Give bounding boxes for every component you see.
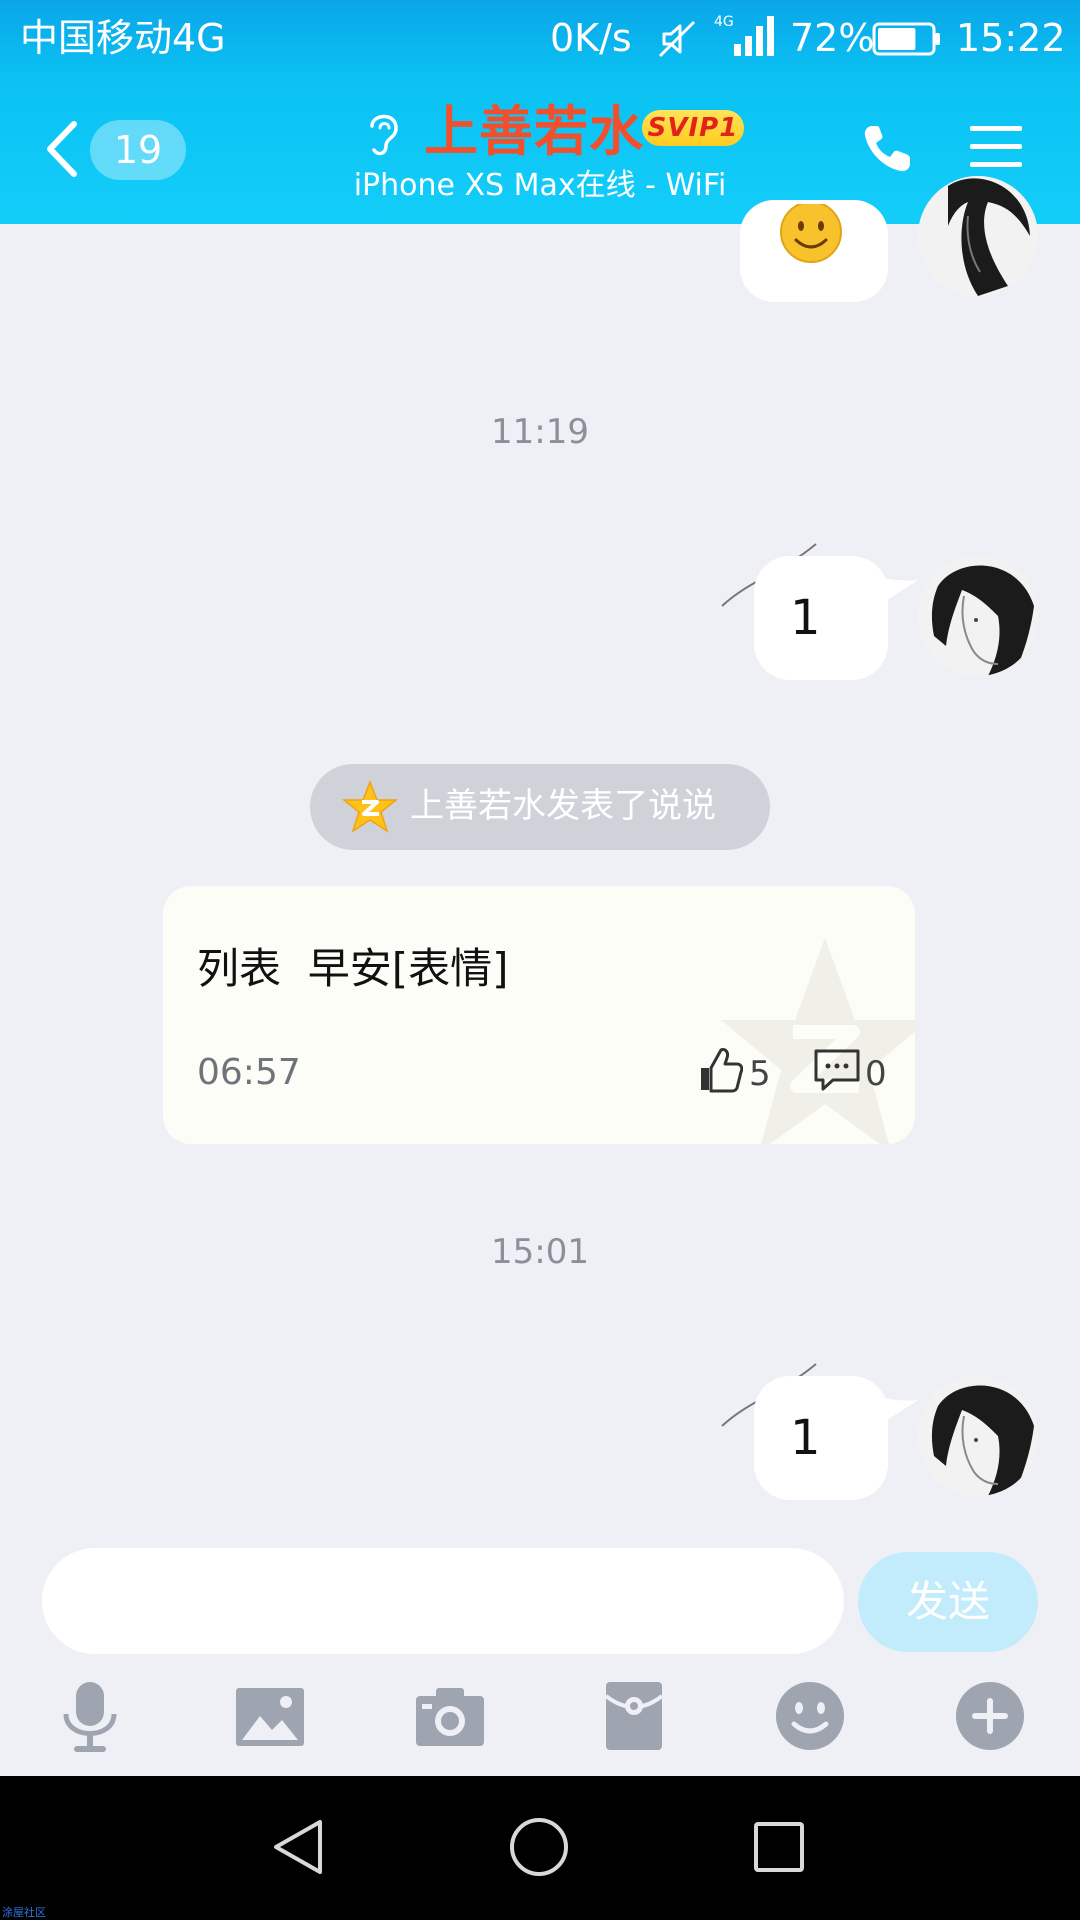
battery-percent: 72% xyxy=(790,16,875,60)
red-packet-icon[interactable] xyxy=(596,1678,672,1754)
smiley-emoji-icon xyxy=(780,204,842,263)
android-navigation-bar: 涂屋社区 xyxy=(0,1776,1080,1920)
sent-message-bubble[interactable]: 1 xyxy=(754,556,888,680)
signal-icon: 4G xyxy=(714,14,774,56)
send-button[interactable]: 发送 xyxy=(858,1552,1038,1652)
my-avatar[interactable] xyxy=(918,176,1038,296)
qzone-watermark-icon xyxy=(721,938,915,1144)
qzone-star-icon xyxy=(342,780,398,833)
my-avatar[interactable] xyxy=(918,1376,1038,1496)
mic-icon[interactable] xyxy=(52,1678,128,1754)
qzone-post-card[interactable]: 列表 早安[表情] 06:57 5 0 xyxy=(163,886,915,1144)
recents-square-icon[interactable] xyxy=(744,1812,814,1882)
call-icon[interactable] xyxy=(860,120,916,176)
net-speed: 0K/s xyxy=(550,16,632,60)
avatar-portrait-icon xyxy=(918,556,1038,676)
carrier-label: 中国移动4G xyxy=(20,16,226,60)
menu-icon[interactable] xyxy=(970,124,1022,170)
post-content: 列表 早安[表情] xyxy=(197,944,509,993)
status-time: 15:22 xyxy=(956,16,1066,60)
top-header: 中国移动4G 0K/s 4G 72% 15:22 19 上善若水 SVIP1 i… xyxy=(0,0,1080,224)
vip-badge: SVIP1 xyxy=(642,110,744,146)
like-icon[interactable] xyxy=(697,1046,743,1094)
sent-emoji-bubble[interactable] xyxy=(740,200,888,302)
timestamp: 11:19 xyxy=(491,412,589,452)
device-status: iPhone XS Max在线 - WiFi xyxy=(353,168,727,203)
avatar-portrait-icon xyxy=(918,1376,1038,1496)
status-bar: 中国移动4G 0K/s 4G 72% 15:22 xyxy=(0,0,1080,78)
network-type: 4G xyxy=(714,14,734,30)
mute-icon xyxy=(658,20,696,58)
message-text: 1 xyxy=(790,1410,821,1466)
battery-icon xyxy=(872,22,940,56)
ear-icon[interactable] xyxy=(362,106,406,160)
image-icon[interactable] xyxy=(232,1678,308,1754)
contact-name[interactable]: 上善若水 xyxy=(424,100,644,164)
sent-message-bubble[interactable]: 1 xyxy=(754,1376,888,1500)
notice-text: 上善若水发表了说说 xyxy=(410,786,716,826)
qzone-post-notice[interactable]: 上善若水发表了说说 xyxy=(310,764,770,850)
like-count: 5 xyxy=(749,1054,771,1094)
comment-count: 0 xyxy=(865,1054,887,1094)
post-time: 06:57 xyxy=(197,1052,301,1093)
title-bar: 19 上善若水 SVIP1 iPhone XS Max在线 - WiFi xyxy=(0,78,1080,224)
timestamp: 15:01 xyxy=(491,1232,589,1272)
message-input[interactable] xyxy=(42,1548,844,1654)
my-avatar[interactable] xyxy=(918,556,1038,676)
message-text: 1 xyxy=(790,590,821,646)
home-circle-icon[interactable] xyxy=(504,1812,574,1882)
bubble-tail-icon xyxy=(884,578,918,602)
comment-icon[interactable] xyxy=(813,1048,861,1092)
camera-icon[interactable] xyxy=(412,1678,488,1754)
watermark-label: 涂屋社区 xyxy=(2,1906,46,1919)
bubble-tail-icon xyxy=(884,1398,918,1422)
plus-icon[interactable] xyxy=(952,1678,1028,1754)
avatar-portrait-icon xyxy=(918,176,1038,296)
back-triangle-icon[interactable] xyxy=(264,1812,334,1882)
emoji-icon[interactable] xyxy=(772,1678,848,1754)
